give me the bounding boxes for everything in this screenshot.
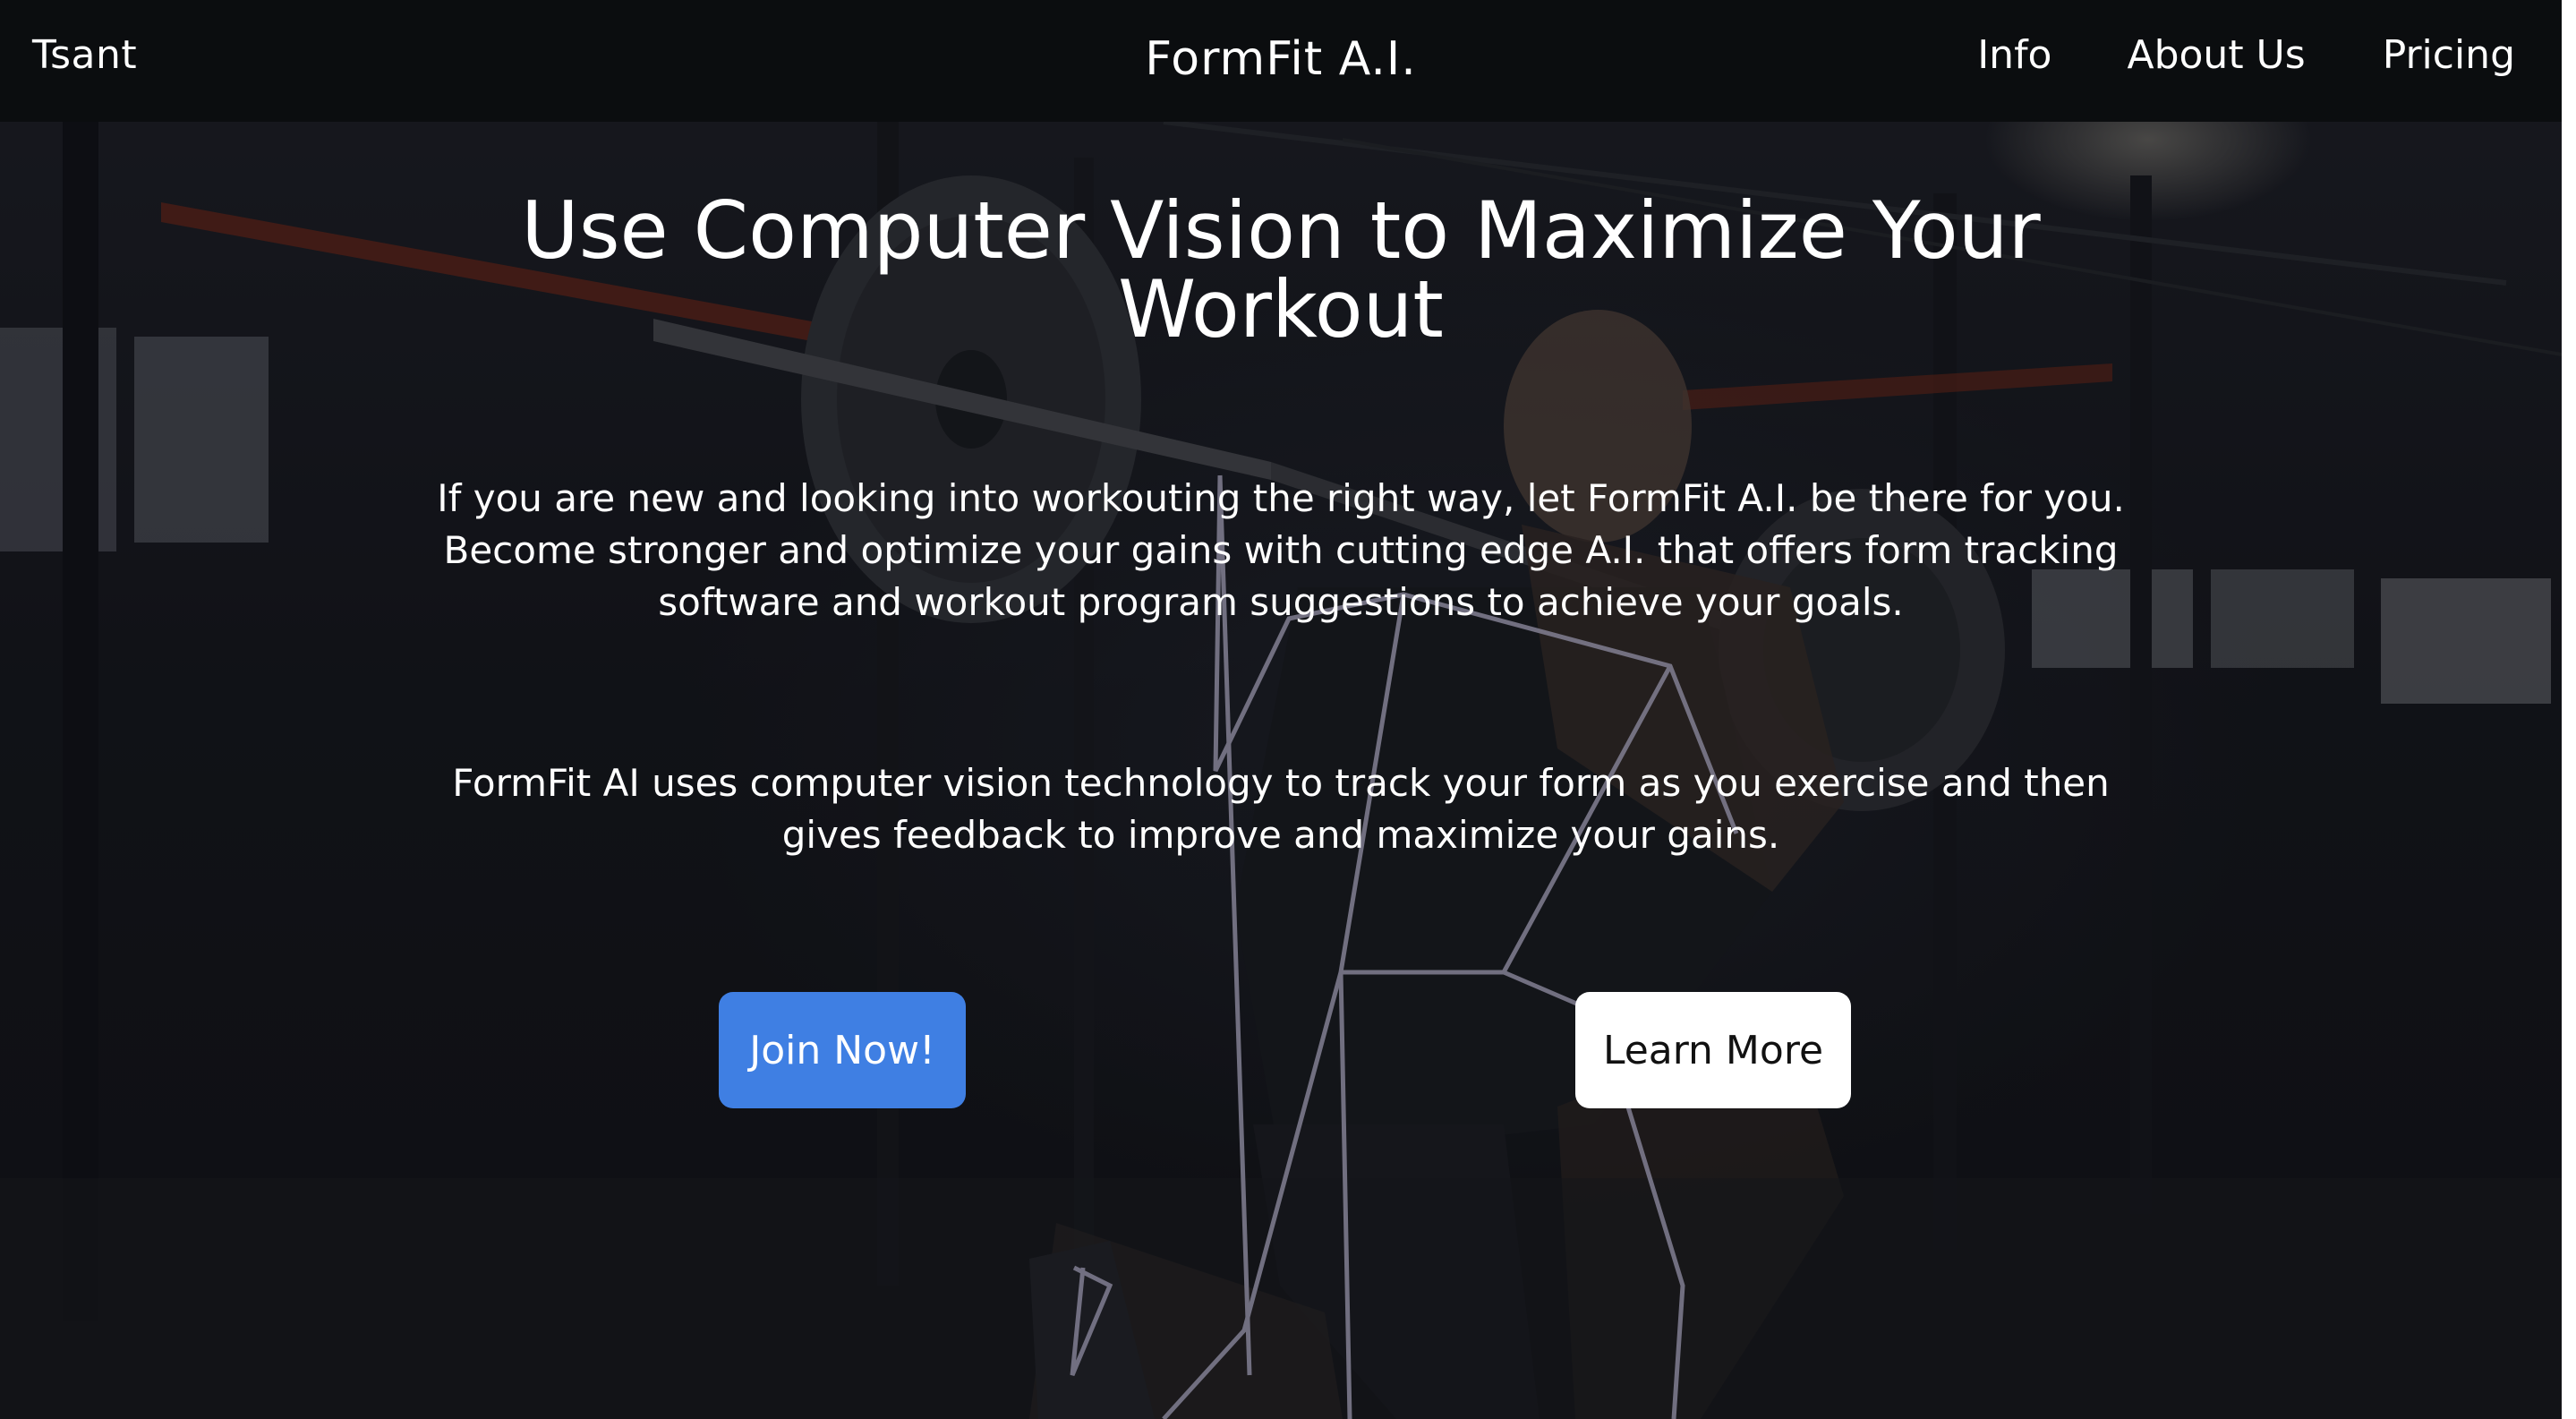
nav-links: Info About Us Pricing	[1977, 32, 2515, 78]
hero-content: Use Computer Vision to Maximize Your Wor…	[0, 122, 2562, 1419]
nav-link-pricing[interactable]: Pricing	[2383, 32, 2515, 78]
learn-more-button[interactable]: Learn More	[1575, 992, 1851, 1108]
top-navbar: Tsant FormFit A.I. Info About Us Pricing	[0, 0, 2562, 122]
nav-link-info[interactable]: Info	[1977, 32, 2051, 78]
nav-link-about-us[interactable]: About Us	[2127, 32, 2305, 78]
page-right-edge	[2562, 0, 2576, 1419]
join-now-button[interactable]: Join Now!	[719, 992, 966, 1108]
hero-section: Use Computer Vision to Maximize Your Wor…	[0, 122, 2562, 1419]
hero-headline: Use Computer Vision to Maximize Your Wor…	[521, 184, 2041, 355]
hero-intro-text: If you are new and looking into workouti…	[437, 476, 2125, 624]
page: Tsant FormFit A.I. Info About Us Pricing	[0, 0, 2576, 1419]
hero-feature-text: FormFit AI uses computer vision technolo…	[452, 761, 2110, 857]
